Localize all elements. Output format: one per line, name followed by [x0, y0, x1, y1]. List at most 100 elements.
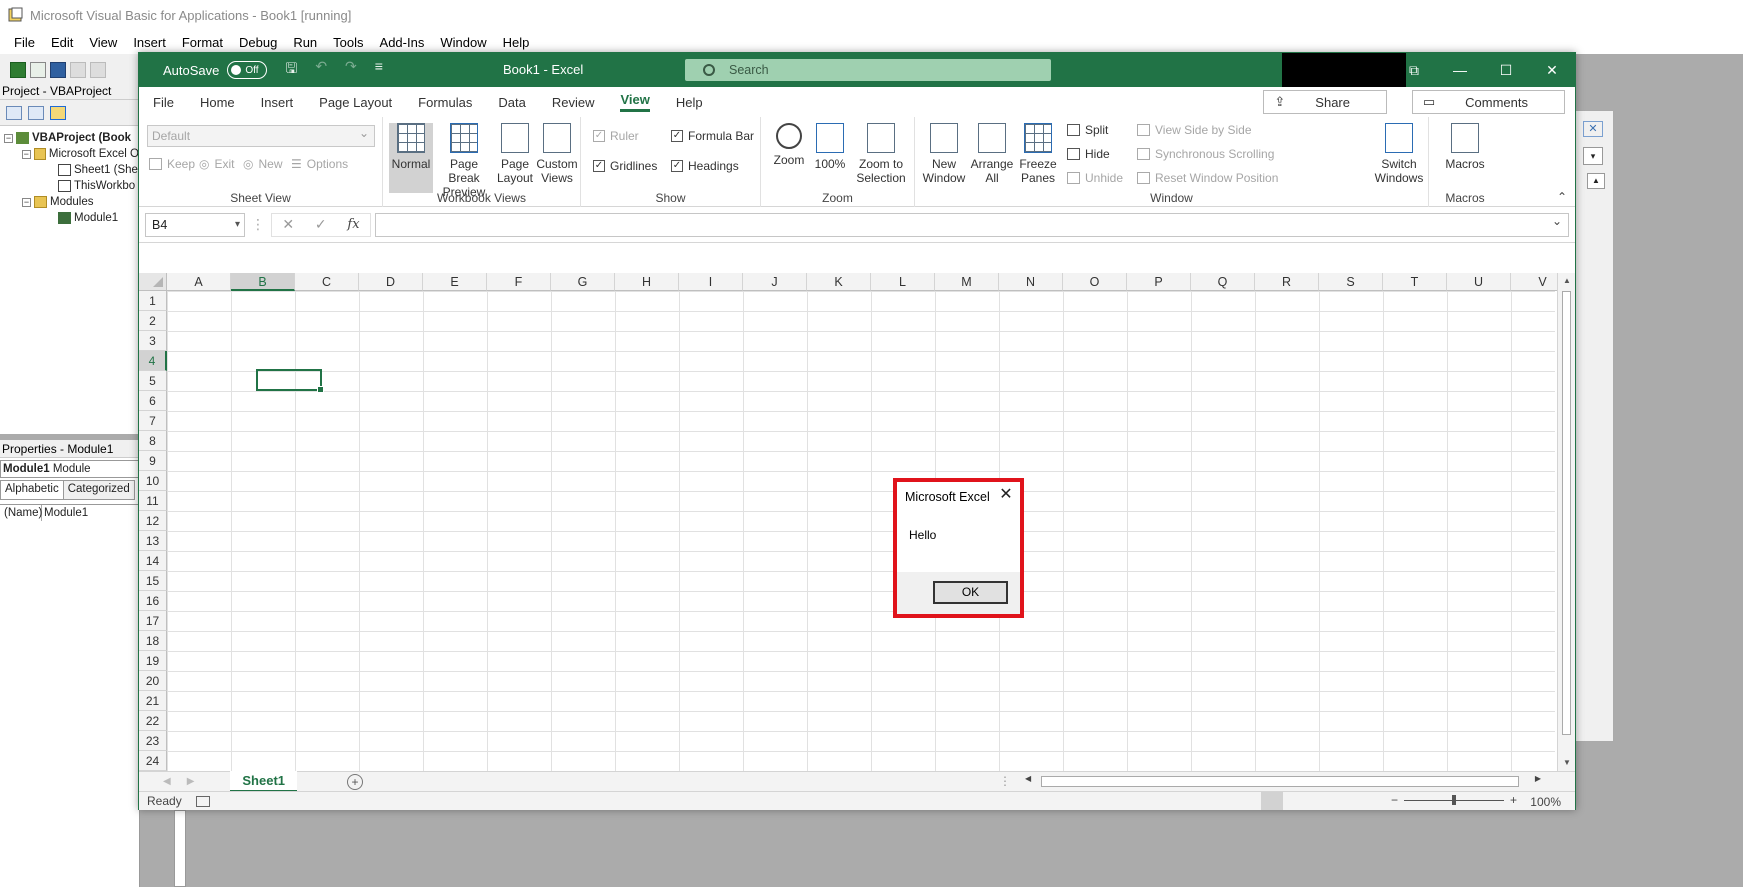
column-header-g[interactable]: G [551, 273, 615, 291]
collapse-icon[interactable]: − [22, 149, 31, 159]
vba-menu-run[interactable]: Run [293, 35, 317, 50]
zoom-button[interactable]: Zoom [769, 123, 809, 167]
tab-page-layout[interactable]: Page Layout [319, 95, 392, 110]
column-header-l[interactable]: L [871, 273, 935, 291]
toggle-folders-icon[interactable] [50, 105, 66, 120]
properties-object-combo[interactable]: Module1 Module [0, 460, 139, 478]
keep-button[interactable]: Keep [149, 157, 195, 171]
arrange-all-button[interactable]: Arrange All [969, 123, 1015, 185]
tree-item-vbaproject[interactable]: − VBAProject (Book [0, 130, 139, 146]
column-header-u[interactable]: U [1447, 273, 1511, 291]
vba-menu-help[interactable]: Help [503, 35, 530, 50]
column-header-q[interactable]: Q [1191, 273, 1255, 291]
column-header-k[interactable]: K [807, 273, 871, 291]
save-icon[interactable]: 🖫 [285, 58, 297, 82]
column-header-c[interactable]: C [295, 273, 359, 291]
page-break-view-icon[interactable] [1337, 792, 1359, 810]
formula-bar-checkbox[interactable]: ✓ Formula Bar [671, 129, 754, 143]
customize-qat-icon[interactable]: ≡ [375, 58, 383, 82]
row-header-17[interactable]: 17 [139, 611, 167, 631]
vba-menu-insert[interactable]: Insert [133, 35, 166, 50]
custom-views-button[interactable]: Custom Views [535, 123, 579, 185]
tab-categorized[interactable]: Categorized [62, 480, 135, 500]
column-header-m[interactable]: M [935, 273, 999, 291]
maximize-icon[interactable]: ☐ [1483, 53, 1529, 87]
row-header-3[interactable]: 3 [139, 331, 167, 351]
row-header-22[interactable]: 22 [139, 711, 167, 731]
page-layout-button[interactable]: Page Layout [495, 123, 535, 185]
freeze-panes-button[interactable]: Freeze Panes [1017, 123, 1059, 185]
cut-icon[interactable] [70, 62, 86, 78]
collapse-ribbon-icon[interactable]: ⌃ [1557, 190, 1567, 204]
column-header-f[interactable]: F [487, 273, 551, 291]
row-header-2[interactable]: 2 [139, 311, 167, 331]
column-header-b[interactable]: B [231, 273, 295, 291]
cell-grid[interactable] [167, 291, 1555, 771]
vba-menu-file[interactable]: File [14, 35, 35, 50]
select-all-corner[interactable] [139, 273, 167, 291]
vba-menu-view[interactable]: View [89, 35, 117, 50]
new-window-button[interactable]: New Window [921, 123, 967, 185]
vba-menu-tools[interactable]: Tools [333, 35, 363, 50]
vba-menu-addins[interactable]: Add-Ins [380, 35, 425, 50]
vba-menu-debug[interactable]: Debug [239, 35, 277, 50]
tab-data[interactable]: Data [498, 95, 525, 110]
row-header-16[interactable]: 16 [139, 591, 167, 611]
gridlines-checkbox[interactable]: ✓ Gridlines [593, 159, 657, 173]
row-header-8[interactable]: 8 [139, 431, 167, 451]
hide-button[interactable]: Hide [1067, 147, 1110, 161]
column-header-r[interactable]: R [1255, 273, 1319, 291]
column-header-h[interactable]: H [615, 273, 679, 291]
macros-button[interactable]: Macros [1443, 123, 1487, 171]
scroll-down-icon[interactable]: ▼ [1558, 755, 1575, 771]
close-icon[interactable]: ✕ [1583, 121, 1603, 137]
zoom-track[interactable] [1404, 794, 1505, 805]
tree-item-thisworkbook[interactable]: ThisWorkbo [0, 178, 139, 194]
row-header-15[interactable]: 15 [139, 571, 167, 591]
procedure-dropdown[interactable]: ▾ [1583, 147, 1603, 165]
ruler-checkbox[interactable]: ✓ Ruler [593, 129, 639, 143]
zoom-percentage[interactable]: 100% [1530, 795, 1561, 809]
view-side-by-side-button[interactable]: View Side by Side [1137, 123, 1252, 137]
insert-userform-icon[interactable] [30, 62, 46, 78]
exit-button[interactable]: ◎ Exit [199, 157, 235, 171]
tab-formulas[interactable]: Formulas [418, 95, 472, 110]
close-icon[interactable]: ✕ [1529, 53, 1575, 87]
vba-menu-window[interactable]: Window [440, 35, 486, 50]
redo-icon[interactable]: ↷ [345, 58, 357, 82]
close-icon[interactable]: ✕ [998, 487, 1014, 504]
collapse-icon[interactable]: − [22, 197, 31, 207]
row-header-4[interactable]: 4 [139, 351, 167, 371]
collapse-icon[interactable]: − [4, 133, 13, 143]
column-header-s[interactable]: S [1319, 273, 1383, 291]
enter-icon[interactable]: ✓ [315, 216, 327, 233]
scroll-up-icon[interactable]: ▲ [1587, 173, 1605, 189]
split-button[interactable]: Split [1067, 123, 1108, 137]
switch-windows-button[interactable]: Switch Windows [1371, 123, 1427, 185]
row-header-12[interactable]: 12 [139, 511, 167, 531]
scroll-right-icon[interactable]: ▶ [1535, 774, 1541, 783]
row-header-11[interactable]: 11 [139, 491, 167, 511]
row-header-18[interactable]: 18 [139, 631, 167, 651]
normal-view-icon[interactable] [1261, 792, 1283, 810]
divider-grip-icon[interactable]: ⋮ [251, 216, 265, 233]
minimize-icon[interactable]: — [1437, 53, 1483, 87]
options-button[interactable]: ☰ Options [291, 157, 348, 171]
search-box[interactable]: Search [685, 59, 1051, 81]
ribbon-display-icon[interactable]: ⧉ [1391, 53, 1437, 87]
macro-record-icon[interactable] [195, 795, 210, 807]
vertical-scrollbar[interactable]: ▲ ▼ [1557, 273, 1575, 771]
undo-icon[interactable]: ↶ [315, 58, 327, 82]
row-header-19[interactable]: 19 [139, 651, 167, 671]
tab-home[interactable]: Home [200, 95, 235, 110]
tab-insert[interactable]: Insert [261, 95, 294, 110]
sheet-nav-arrows-icon[interactable]: ◀▶ [163, 776, 210, 787]
share-button[interactable]: ⇪ Share [1263, 90, 1387, 114]
tab-view[interactable]: View [620, 92, 650, 112]
vba-scrollbar[interactable] [174, 810, 186, 887]
column-header-j[interactable]: J [743, 273, 807, 291]
column-header-a[interactable]: A [167, 273, 231, 291]
column-header-d[interactable]: D [359, 273, 423, 291]
vba-menu-edit[interactable]: Edit [51, 35, 73, 50]
comments-button[interactable]: ▭ Comments [1411, 90, 1565, 114]
